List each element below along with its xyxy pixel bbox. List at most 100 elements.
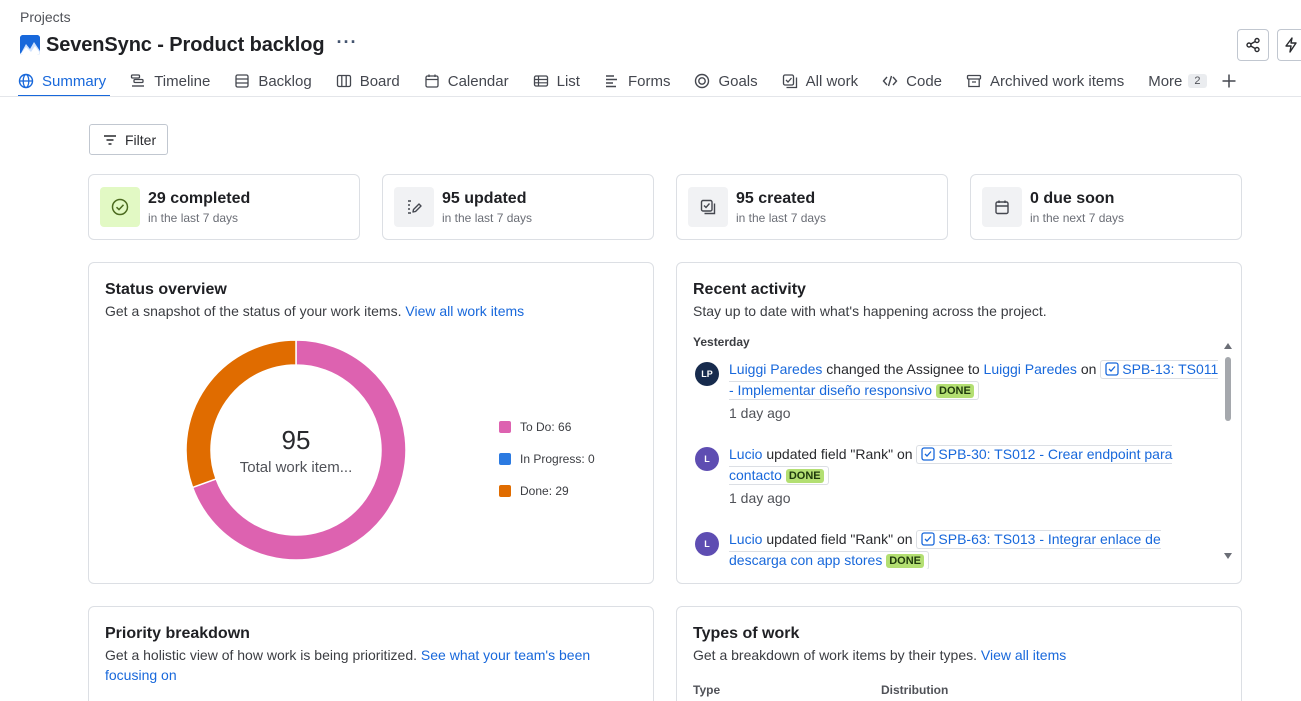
stat-text: 0 due soon in the next 7 days bbox=[1030, 189, 1124, 225]
project-icon bbox=[20, 35, 40, 55]
tab-code[interactable]: Code bbox=[882, 70, 942, 92]
column-header-distribution: Distribution bbox=[881, 683, 949, 697]
list-icon bbox=[533, 75, 548, 87]
stat-text: 95 updated in the last 7 days bbox=[442, 189, 532, 225]
task-checkbox-icon bbox=[1105, 362, 1119, 376]
stat-card-due-soon[interactable]: 0 due soon in the next 7 days bbox=[970, 174, 1242, 240]
avatar[interactable]: L bbox=[695, 447, 719, 471]
description-text: Get a breakdown of work items by their t… bbox=[693, 647, 978, 663]
task-checkbox-icon bbox=[921, 447, 936, 461]
scroll-up-arrow[interactable] bbox=[1224, 343, 1232, 349]
automation-button[interactable] bbox=[1277, 29, 1301, 61]
activity-text: Lucio updated field "Rank" on SPB-63: TS… bbox=[729, 529, 1219, 569]
task-checkbox-icon bbox=[921, 532, 936, 546]
filter-button[interactable]: Filter bbox=[89, 124, 168, 155]
activity-action: updated field "Rank" on bbox=[762, 531, 917, 547]
add-tab-button[interactable] bbox=[1221, 70, 1245, 92]
tab-calendar[interactable]: Calendar bbox=[424, 70, 509, 92]
view-all-work-items-link[interactable]: View all work items bbox=[405, 303, 524, 319]
activity-scrollbar[interactable] bbox=[1223, 343, 1233, 563]
activity-item: LP Luiggi Paredes changed the Assignee t… bbox=[695, 359, 1219, 429]
status-lozenge: DONE bbox=[785, 469, 824, 483]
stat-value: 95 created bbox=[736, 190, 816, 207]
project-tabs: Summary Timeline Backlog Board Calendar … bbox=[18, 70, 1269, 97]
tab-forms[interactable]: Forms bbox=[604, 70, 670, 92]
tab-list[interactable]: List bbox=[533, 70, 580, 92]
page-title: SevenSync - Product backlog bbox=[46, 33, 325, 56]
timeline-icon bbox=[131, 74, 145, 87]
tab-label: Board bbox=[359, 72, 400, 90]
activity-on: on bbox=[1076, 361, 1101, 377]
stat-text: 95 created in the last 7 days bbox=[736, 189, 826, 225]
globe-icon bbox=[18, 73, 34, 89]
priority-breakdown-panel: Priority breakdown Get a holistic view o… bbox=[88, 606, 654, 701]
user-link[interactable]: Luiggi Paredes bbox=[984, 361, 1077, 377]
tab-label: More bbox=[1148, 72, 1183, 90]
legend-swatch bbox=[499, 421, 511, 433]
activity-text: Luiggi Paredes changed the Assignee to L… bbox=[729, 359, 1219, 401]
recent-activity-panel: Recent activity Stay up to date with wha… bbox=[676, 262, 1242, 584]
legend-item-todo[interactable]: To Do: 66 bbox=[499, 411, 595, 443]
donut-total-label: Total work item... bbox=[239, 458, 353, 476]
tab-archived-work-items[interactable]: Archived work items bbox=[966, 70, 1124, 92]
calendar-icon bbox=[425, 74, 439, 88]
tab-goals[interactable]: Goals bbox=[694, 70, 758, 92]
user-link[interactable]: Lucio bbox=[729, 531, 762, 547]
legend-item-done[interactable]: Done: 29 bbox=[499, 475, 595, 507]
more-count-badge: 2 bbox=[1188, 74, 1207, 88]
backlog-icon bbox=[235, 74, 249, 88]
activity-item: L Lucio updated field "Rank" on SPB-30: … bbox=[695, 444, 1215, 514]
stat-value: 29 completed bbox=[148, 190, 251, 207]
stat-card-created[interactable]: 95 created in the last 7 days bbox=[676, 174, 948, 240]
tab-backlog[interactable]: Backlog bbox=[234, 70, 312, 92]
panel-title: Recent activity bbox=[693, 281, 806, 298]
legend-label: In Progress: 0 bbox=[520, 452, 595, 466]
avatar[interactable]: L bbox=[695, 532, 719, 556]
stat-card-completed[interactable]: 29 completed in the last 7 days bbox=[88, 174, 360, 240]
donut-chart: 95 Total work item... bbox=[185, 339, 407, 561]
stat-icon-box bbox=[100, 187, 140, 227]
stat-card-updated[interactable]: 95 updated in the last 7 days bbox=[382, 174, 654, 240]
tab-label: All work bbox=[805, 72, 859, 90]
tab-summary[interactable]: Summary bbox=[18, 70, 111, 97]
user-link[interactable]: Luiggi Paredes bbox=[729, 361, 822, 377]
activity-time: 1 day ago bbox=[729, 490, 791, 506]
tab-all-work[interactable]: All work bbox=[782, 70, 859, 92]
legend-swatch bbox=[499, 453, 511, 465]
description-text: Get a holistic view of how work is being… bbox=[105, 647, 418, 663]
panel-description: Get a snapshot of the status of your wor… bbox=[105, 301, 524, 321]
status-overview-panel: Status overview Get a snapshot of the st… bbox=[88, 262, 654, 584]
panel-description: Get a holistic view of how work is being… bbox=[105, 645, 640, 685]
user-link[interactable]: Lucio bbox=[729, 446, 762, 462]
stat-value: 95 updated bbox=[442, 190, 527, 207]
chart-legend: To Do: 66 In Progress: 0 Done: 29 bbox=[499, 411, 595, 507]
check-circle-icon bbox=[111, 198, 129, 216]
activity-action: updated field "Rank" on bbox=[762, 446, 917, 462]
share-button[interactable] bbox=[1237, 29, 1269, 61]
scroll-down-arrow[interactable] bbox=[1224, 553, 1232, 559]
tab-board[interactable]: Board bbox=[336, 70, 400, 92]
title-row: SevenSync - Product backlog ··· bbox=[20, 33, 357, 57]
goals-icon bbox=[695, 73, 710, 89]
types-of-work-panel: Types of work Get a breakdown of work it… bbox=[676, 606, 1242, 701]
all-work-icon bbox=[782, 74, 797, 89]
tab-label: Timeline bbox=[154, 72, 211, 90]
tab-label: Goals bbox=[718, 72, 758, 90]
tab-more[interactable]: More 2 bbox=[1148, 70, 1207, 92]
more-actions-button[interactable]: ··· bbox=[337, 33, 358, 53]
tab-timeline[interactable]: Timeline bbox=[130, 70, 210, 92]
activity-day-label: Yesterday bbox=[693, 335, 750, 349]
view-all-items-link[interactable]: View all items bbox=[981, 647, 1066, 663]
archive-icon bbox=[966, 74, 982, 88]
tab-label: Calendar bbox=[447, 72, 509, 90]
legend-item-in-progress[interactable]: In Progress: 0 bbox=[499, 443, 595, 475]
stat-value: 0 due soon bbox=[1030, 190, 1115, 207]
breadcrumb[interactable]: Projects bbox=[20, 9, 71, 25]
avatar[interactable]: LP bbox=[695, 362, 719, 386]
code-icon bbox=[882, 75, 898, 87]
plus-icon bbox=[1222, 74, 1236, 88]
tab-label: List bbox=[556, 72, 580, 90]
panel-description: Get a breakdown of work items by their t… bbox=[693, 645, 1066, 665]
share-icon bbox=[1246, 37, 1260, 53]
scroll-thumb[interactable] bbox=[1225, 357, 1231, 421]
